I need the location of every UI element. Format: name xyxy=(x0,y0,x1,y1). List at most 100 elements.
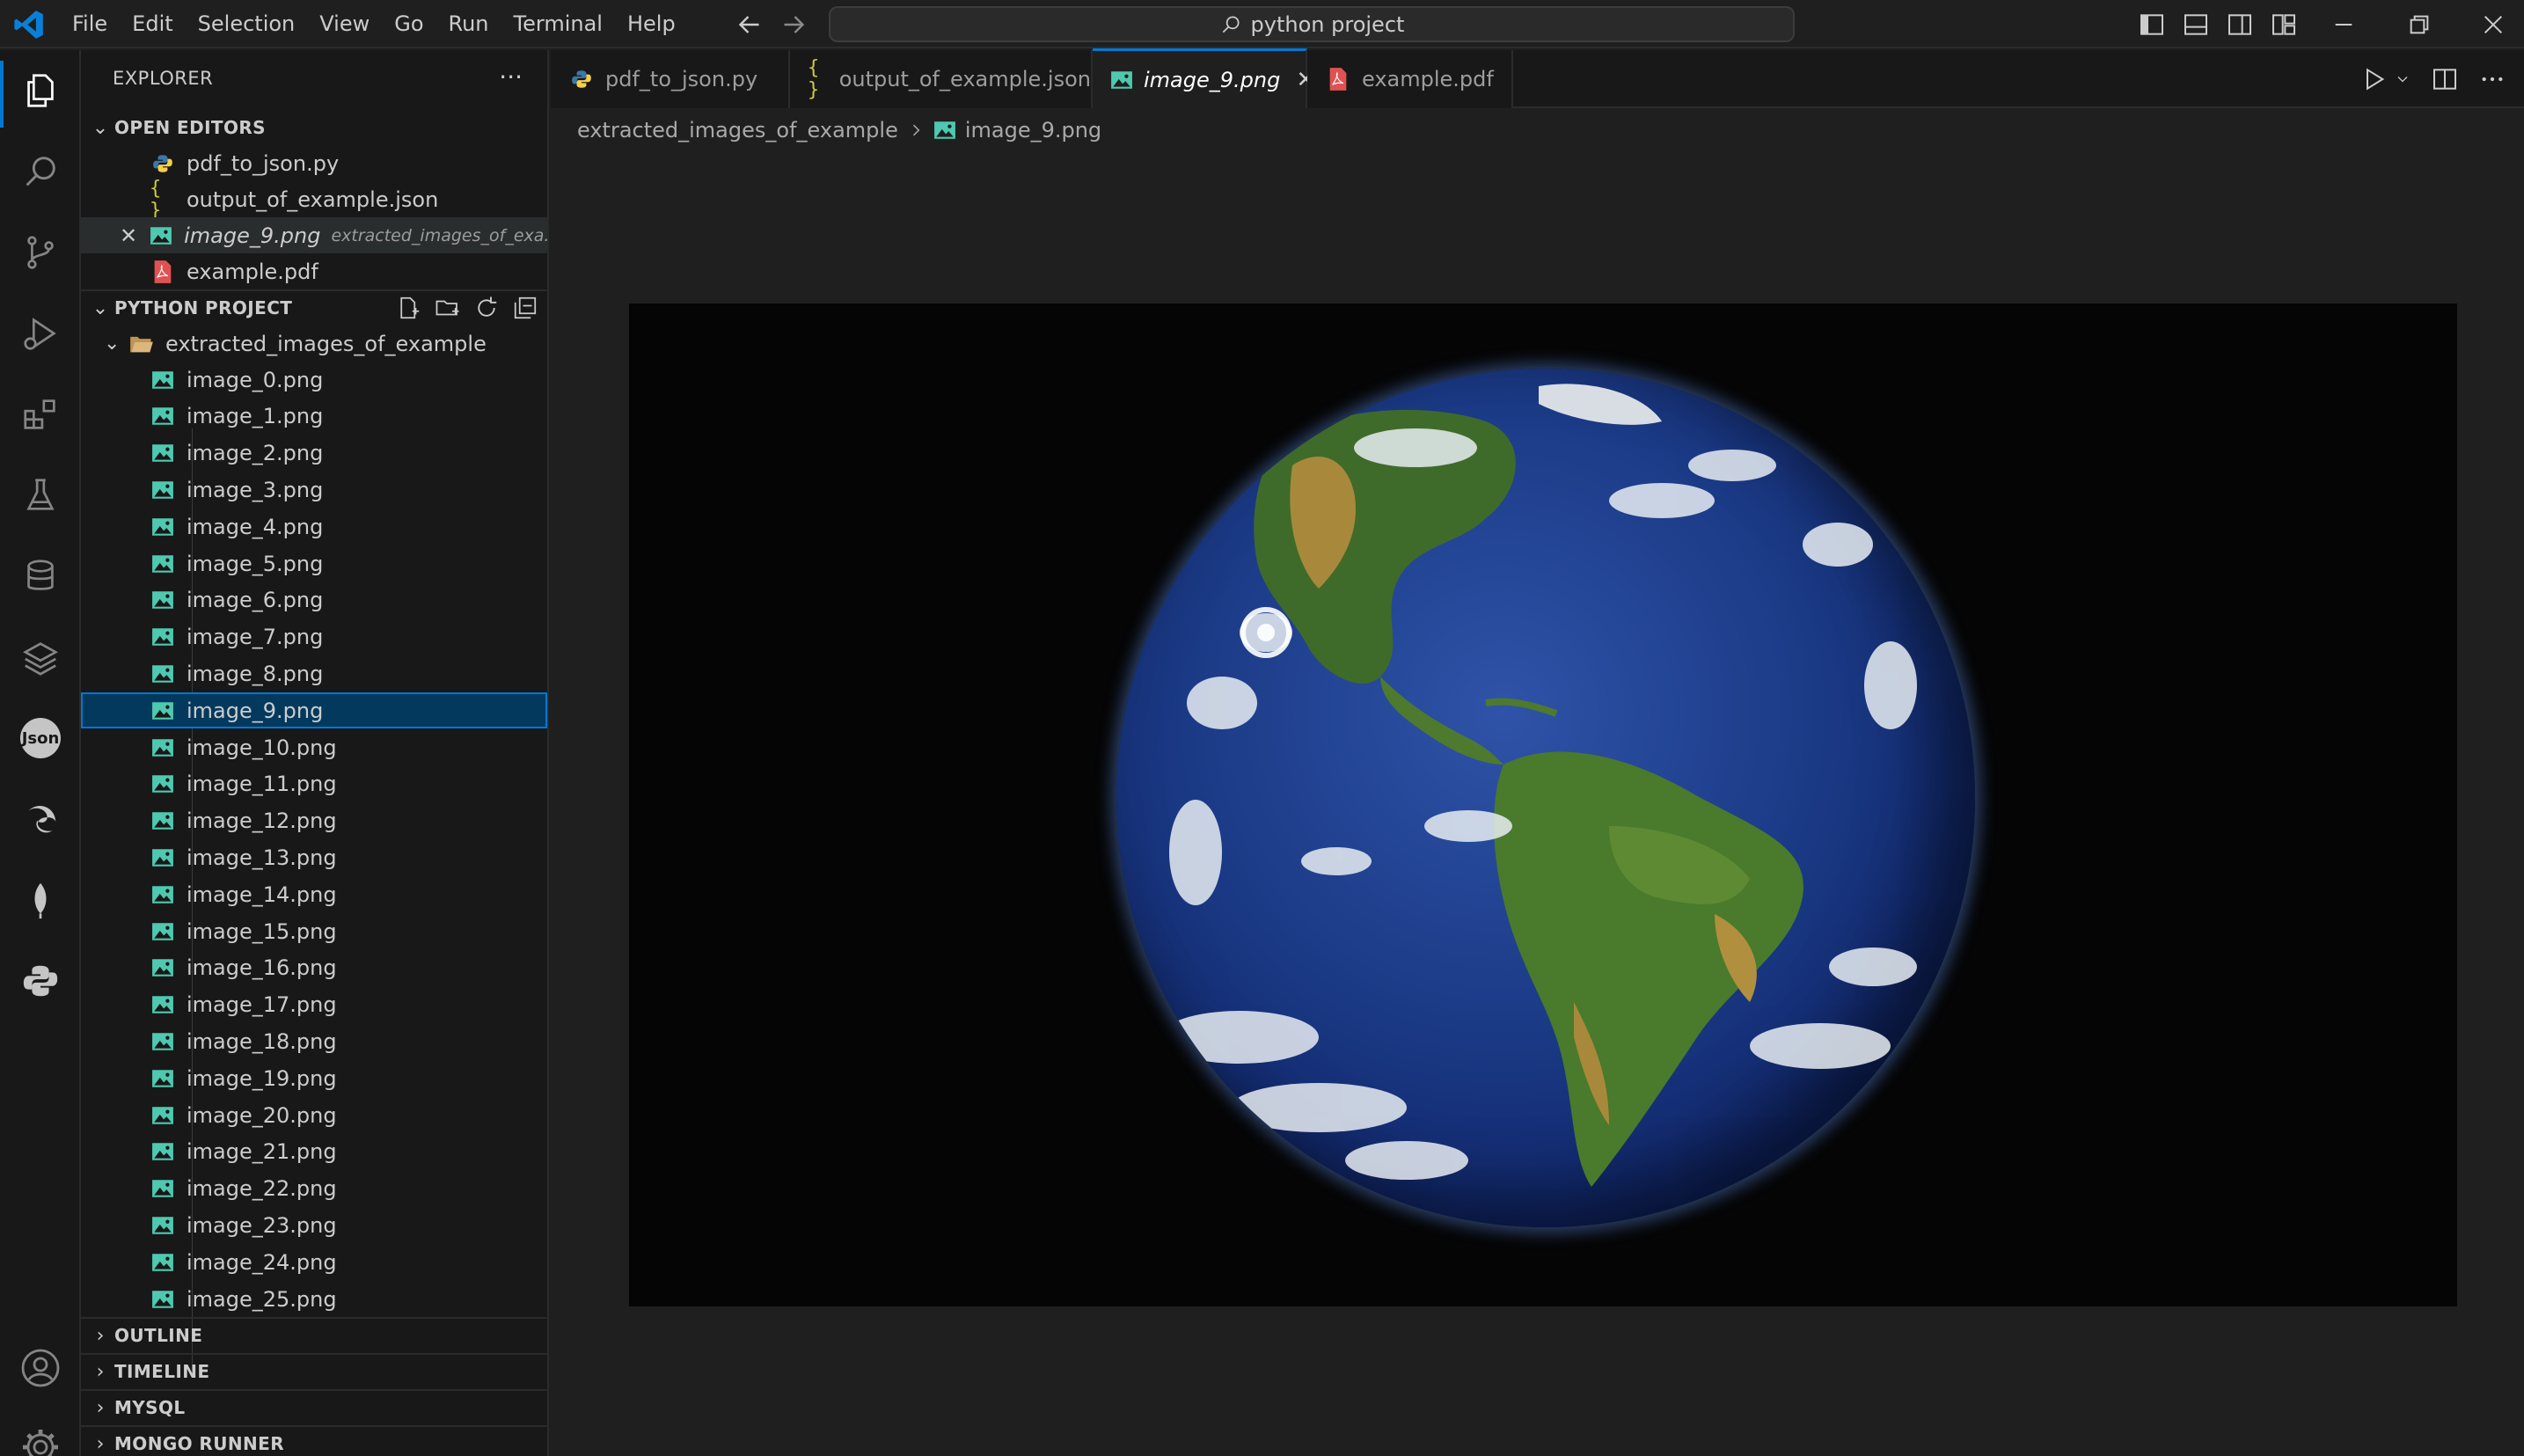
run-icon[interactable] xyxy=(2360,65,2389,93)
project-header[interactable]: ⌄ PYTHON PROJECT xyxy=(81,289,547,325)
file-label: image_12.png xyxy=(187,808,337,834)
open-editor-description: extracted_images_of_exa... xyxy=(331,225,547,245)
toggle-primary-sidebar-icon[interactable] xyxy=(2138,11,2166,39)
explorer-title: EXPLORER xyxy=(113,68,214,89)
forward-arrow-icon[interactable] xyxy=(778,9,809,40)
file-row[interactable]: image_7.png xyxy=(81,619,547,655)
python-icon[interactable] xyxy=(18,958,63,1004)
command-center-label: python project xyxy=(1250,11,1405,37)
explorer-icon[interactable] xyxy=(18,68,63,113)
file-row[interactable]: image_24.png xyxy=(81,1244,547,1280)
database-icon[interactable] xyxy=(18,553,63,599)
file-row[interactable]: image_22.png xyxy=(81,1171,547,1207)
tab-output-json[interactable]: { } output_of_example.json xyxy=(790,50,1093,108)
file-row[interactable]: image_25.png xyxy=(81,1281,547,1317)
account-icon[interactable] xyxy=(18,1345,63,1391)
file-row[interactable]: image_5.png xyxy=(81,545,547,582)
menu-selection[interactable]: Selection xyxy=(186,0,308,48)
layers-icon[interactable] xyxy=(18,634,63,680)
file-row[interactable]: image_16.png xyxy=(81,950,547,986)
command-center[interactable]: python project xyxy=(829,6,1795,42)
file-row[interactable]: image_15.png xyxy=(81,913,547,949)
open-editor-item-active[interactable]: ✕ image_9.png extracted_images_of_exa... xyxy=(81,217,547,253)
tab-example-pdf[interactable]: example.pdf xyxy=(1307,50,1513,108)
more-actions-icon[interactable] xyxy=(2478,65,2506,93)
open-editor-item[interactable]: { } output_of_example.json xyxy=(81,178,547,222)
back-arrow-icon[interactable] xyxy=(734,9,765,40)
file-row[interactable]: image_13.png xyxy=(81,839,547,875)
menu-help[interactable]: Help xyxy=(615,0,688,48)
run-debug-icon[interactable] xyxy=(18,311,63,356)
settings-gear-icon[interactable] xyxy=(18,1424,63,1456)
edge-browser-icon[interactable] xyxy=(18,796,63,842)
project-actions xyxy=(396,295,538,321)
open-editors-header[interactable]: ⌄ OPEN EDITORS xyxy=(81,110,547,145)
toggle-panel-icon[interactable] xyxy=(2182,11,2210,39)
file-row[interactable]: image_17.png xyxy=(81,987,547,1023)
image-icon xyxy=(933,121,955,139)
minimize-icon[interactable] xyxy=(2330,11,2358,39)
file-row[interactable]: image_2.png xyxy=(81,435,547,472)
file-row[interactable]: image_3.png xyxy=(81,472,547,508)
image-icon xyxy=(150,587,176,613)
file-label: image_8.png xyxy=(187,661,324,686)
toggle-secondary-sidebar-icon[interactable] xyxy=(2226,11,2254,39)
earth-image[interactable] xyxy=(629,304,2457,1306)
testing-flask-icon[interactable] xyxy=(18,472,63,518)
file-row[interactable]: image_0.png xyxy=(81,362,547,398)
menu-go[interactable]: Go xyxy=(382,0,435,48)
open-editor-item[interactable]: pdf_to_json.py xyxy=(81,145,547,181)
file-row[interactable]: image_9.png xyxy=(81,692,547,729)
file-row[interactable]: image_18.png xyxy=(81,1023,547,1059)
mongo-runner-section[interactable]: › MONGO RUNNER xyxy=(81,1425,547,1456)
extensions-icon[interactable] xyxy=(18,391,63,437)
source-control-icon[interactable] xyxy=(18,230,63,275)
file-row[interactable]: image_14.png xyxy=(81,876,547,912)
open-editors-label: OPEN EDITORS xyxy=(114,117,266,138)
open-editor-item[interactable]: example.pdf xyxy=(81,253,547,289)
search-icon[interactable] xyxy=(18,149,63,194)
file-row[interactable]: image_11.png xyxy=(81,766,547,802)
menu-edit[interactable]: Edit xyxy=(120,0,185,48)
tab-pdf-to-json[interactable]: pdf_to_json.py xyxy=(551,50,790,108)
split-editor-icon[interactable] xyxy=(2431,65,2459,93)
file-row[interactable]: image_23.png xyxy=(81,1207,547,1243)
customize-layout-icon[interactable] xyxy=(2270,11,2298,39)
new-folder-icon[interactable] xyxy=(435,295,461,321)
file-row[interactable]: image_19.png xyxy=(81,1060,547,1096)
breadcrumb-folder[interactable]: extracted_images_of_example xyxy=(577,118,898,143)
file-row[interactable]: image_6.png xyxy=(81,582,547,618)
json-extension-icon[interactable]: Json xyxy=(18,715,63,761)
restore-icon[interactable] xyxy=(2405,11,2433,39)
file-label: image_10.png xyxy=(187,735,337,760)
chevron-down-icon[interactable] xyxy=(2394,65,2411,93)
more-actions-icon[interactable]: ··· xyxy=(499,62,523,91)
new-file-icon[interactable] xyxy=(396,295,422,321)
folder-row[interactable]: ⌄ extracted_images_of_example xyxy=(81,326,547,362)
file-row[interactable]: image_20.png xyxy=(81,1097,547,1133)
file-row[interactable]: image_12.png xyxy=(81,803,547,839)
mongodb-leaf-icon[interactable] xyxy=(18,877,63,923)
title-bar: File Edit Selection View Go Run Terminal… xyxy=(0,0,2524,48)
menu-view[interactable]: View xyxy=(307,0,382,48)
menu-terminal[interactable]: Terminal xyxy=(501,0,615,48)
file-row[interactable]: image_21.png xyxy=(81,1134,547,1170)
file-row[interactable]: image_4.png xyxy=(81,509,547,545)
close-window-icon[interactable] xyxy=(2479,11,2507,39)
file-row[interactable]: image_1.png xyxy=(81,399,547,435)
breadcrumb-file[interactable]: image_9.png xyxy=(965,118,1101,143)
open-editor-label: pdf_to_json.py xyxy=(187,150,340,176)
close-icon[interactable]: ✕ xyxy=(120,223,138,248)
refresh-icon[interactable] xyxy=(473,295,500,321)
menu-run[interactable]: Run xyxy=(436,0,501,48)
file-row[interactable]: image_8.png xyxy=(81,655,547,691)
mysql-section[interactable]: › MYSQL xyxy=(81,1389,547,1424)
collapse-all-icon[interactable] xyxy=(512,295,538,321)
outline-section[interactable]: › OUTLINE xyxy=(81,1317,547,1352)
menu-file[interactable]: File xyxy=(60,0,120,48)
image-icon xyxy=(150,1212,176,1239)
file-row[interactable]: image_10.png xyxy=(81,729,547,765)
timeline-section[interactable]: › TIMELINE xyxy=(81,1353,547,1388)
section-label: MONGO RUNNER xyxy=(114,1433,285,1454)
tab-image-9[interactable]: image_9.png ✕ xyxy=(1093,48,1315,108)
